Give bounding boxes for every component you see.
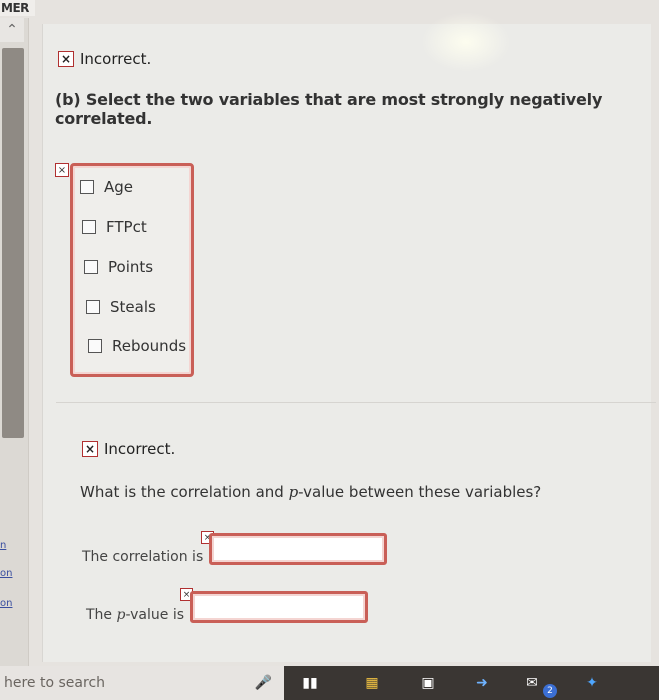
notification-badge: 2 <box>543 684 557 698</box>
mail-icon[interactable]: ✉ <box>522 673 542 693</box>
choice-label: Age <box>104 178 134 196</box>
label-text: -value is <box>125 607 185 623</box>
choice-points[interactable]: Points <box>84 258 153 276</box>
sidebar-link[interactable]: n <box>0 540 6 551</box>
choice-label: FTPct <box>106 218 147 236</box>
incorrect-x-icon: × <box>55 163 69 177</box>
part-c-question: What is the correlation and p-value betw… <box>80 483 541 501</box>
choice-age[interactable]: Age <box>80 178 133 196</box>
question-text: -value between these variables? <box>298 483 542 501</box>
correlation-row: The correlation is <box>82 533 388 565</box>
choice-label: Points <box>108 258 154 276</box>
incorrect-x-icon: × <box>82 441 98 457</box>
correlation-input[interactable] <box>209 533 388 565</box>
checkbox-age[interactable] <box>80 180 94 194</box>
app-icon[interactable]: ➜ <box>472 673 492 693</box>
part-b-question: (b) Select the two variables that are mo… <box>55 90 603 128</box>
search-placeholder: here to search <box>4 675 106 691</box>
checkbox-points[interactable] <box>84 260 98 274</box>
checkbox-rebounds[interactable] <box>88 339 102 353</box>
file-explorer-icon[interactable]: ▦ <box>362 673 382 693</box>
choice-steals[interactable]: Steals <box>86 298 156 316</box>
task-view-icon[interactable]: ▮▮ <box>300 673 320 693</box>
app-label: MER <box>0 0 35 16</box>
feedback-text: Incorrect. <box>104 440 176 458</box>
choice-label: Rebounds <box>112 337 187 355</box>
checkbox-ftpct[interactable] <box>82 220 96 234</box>
pvalue-input[interactable] <box>190 591 369 623</box>
taskbar: here to search 🎤 ▮▮ ▦ ▣ ➜ ✉ 2 ✦ <box>0 666 659 700</box>
collapse-up-icon[interactable]: ⌃ <box>0 18 24 42</box>
dropbox-icon[interactable]: ✦ <box>582 673 602 693</box>
correlation-label: The correlation is <box>82 549 204 565</box>
choice-ftpct[interactable]: FTPct <box>82 218 147 236</box>
microphone-icon[interactable]: 🎤 <box>255 675 272 691</box>
store-icon[interactable]: ▣ <box>418 673 438 693</box>
choice-rebounds[interactable]: Rebounds <box>88 337 186 355</box>
sidebar-link[interactable]: on <box>0 598 12 609</box>
incorrect-x-icon: × <box>58 51 74 67</box>
pvalue-row: The p-value is <box>86 591 369 623</box>
section-divider <box>56 402 656 403</box>
choice-label: Steals <box>110 298 156 316</box>
question-text: What is the correlation and <box>80 483 289 501</box>
taskbar-search[interactable]: here to search 🎤 <box>0 666 284 700</box>
pvalue-label: The p-value is <box>86 607 184 623</box>
label-text: The <box>86 607 117 623</box>
feedback-text: Incorrect. <box>80 50 152 68</box>
sidebar-link[interactable]: on <box>0 568 12 579</box>
part-b-feedback: × Incorrect. <box>58 50 151 68</box>
part-c-feedback: × Incorrect. <box>82 440 175 458</box>
question-var: p <box>288 483 299 501</box>
sidebar-scrollbar[interactable] <box>2 48 24 438</box>
checkbox-steals[interactable] <box>86 300 100 314</box>
